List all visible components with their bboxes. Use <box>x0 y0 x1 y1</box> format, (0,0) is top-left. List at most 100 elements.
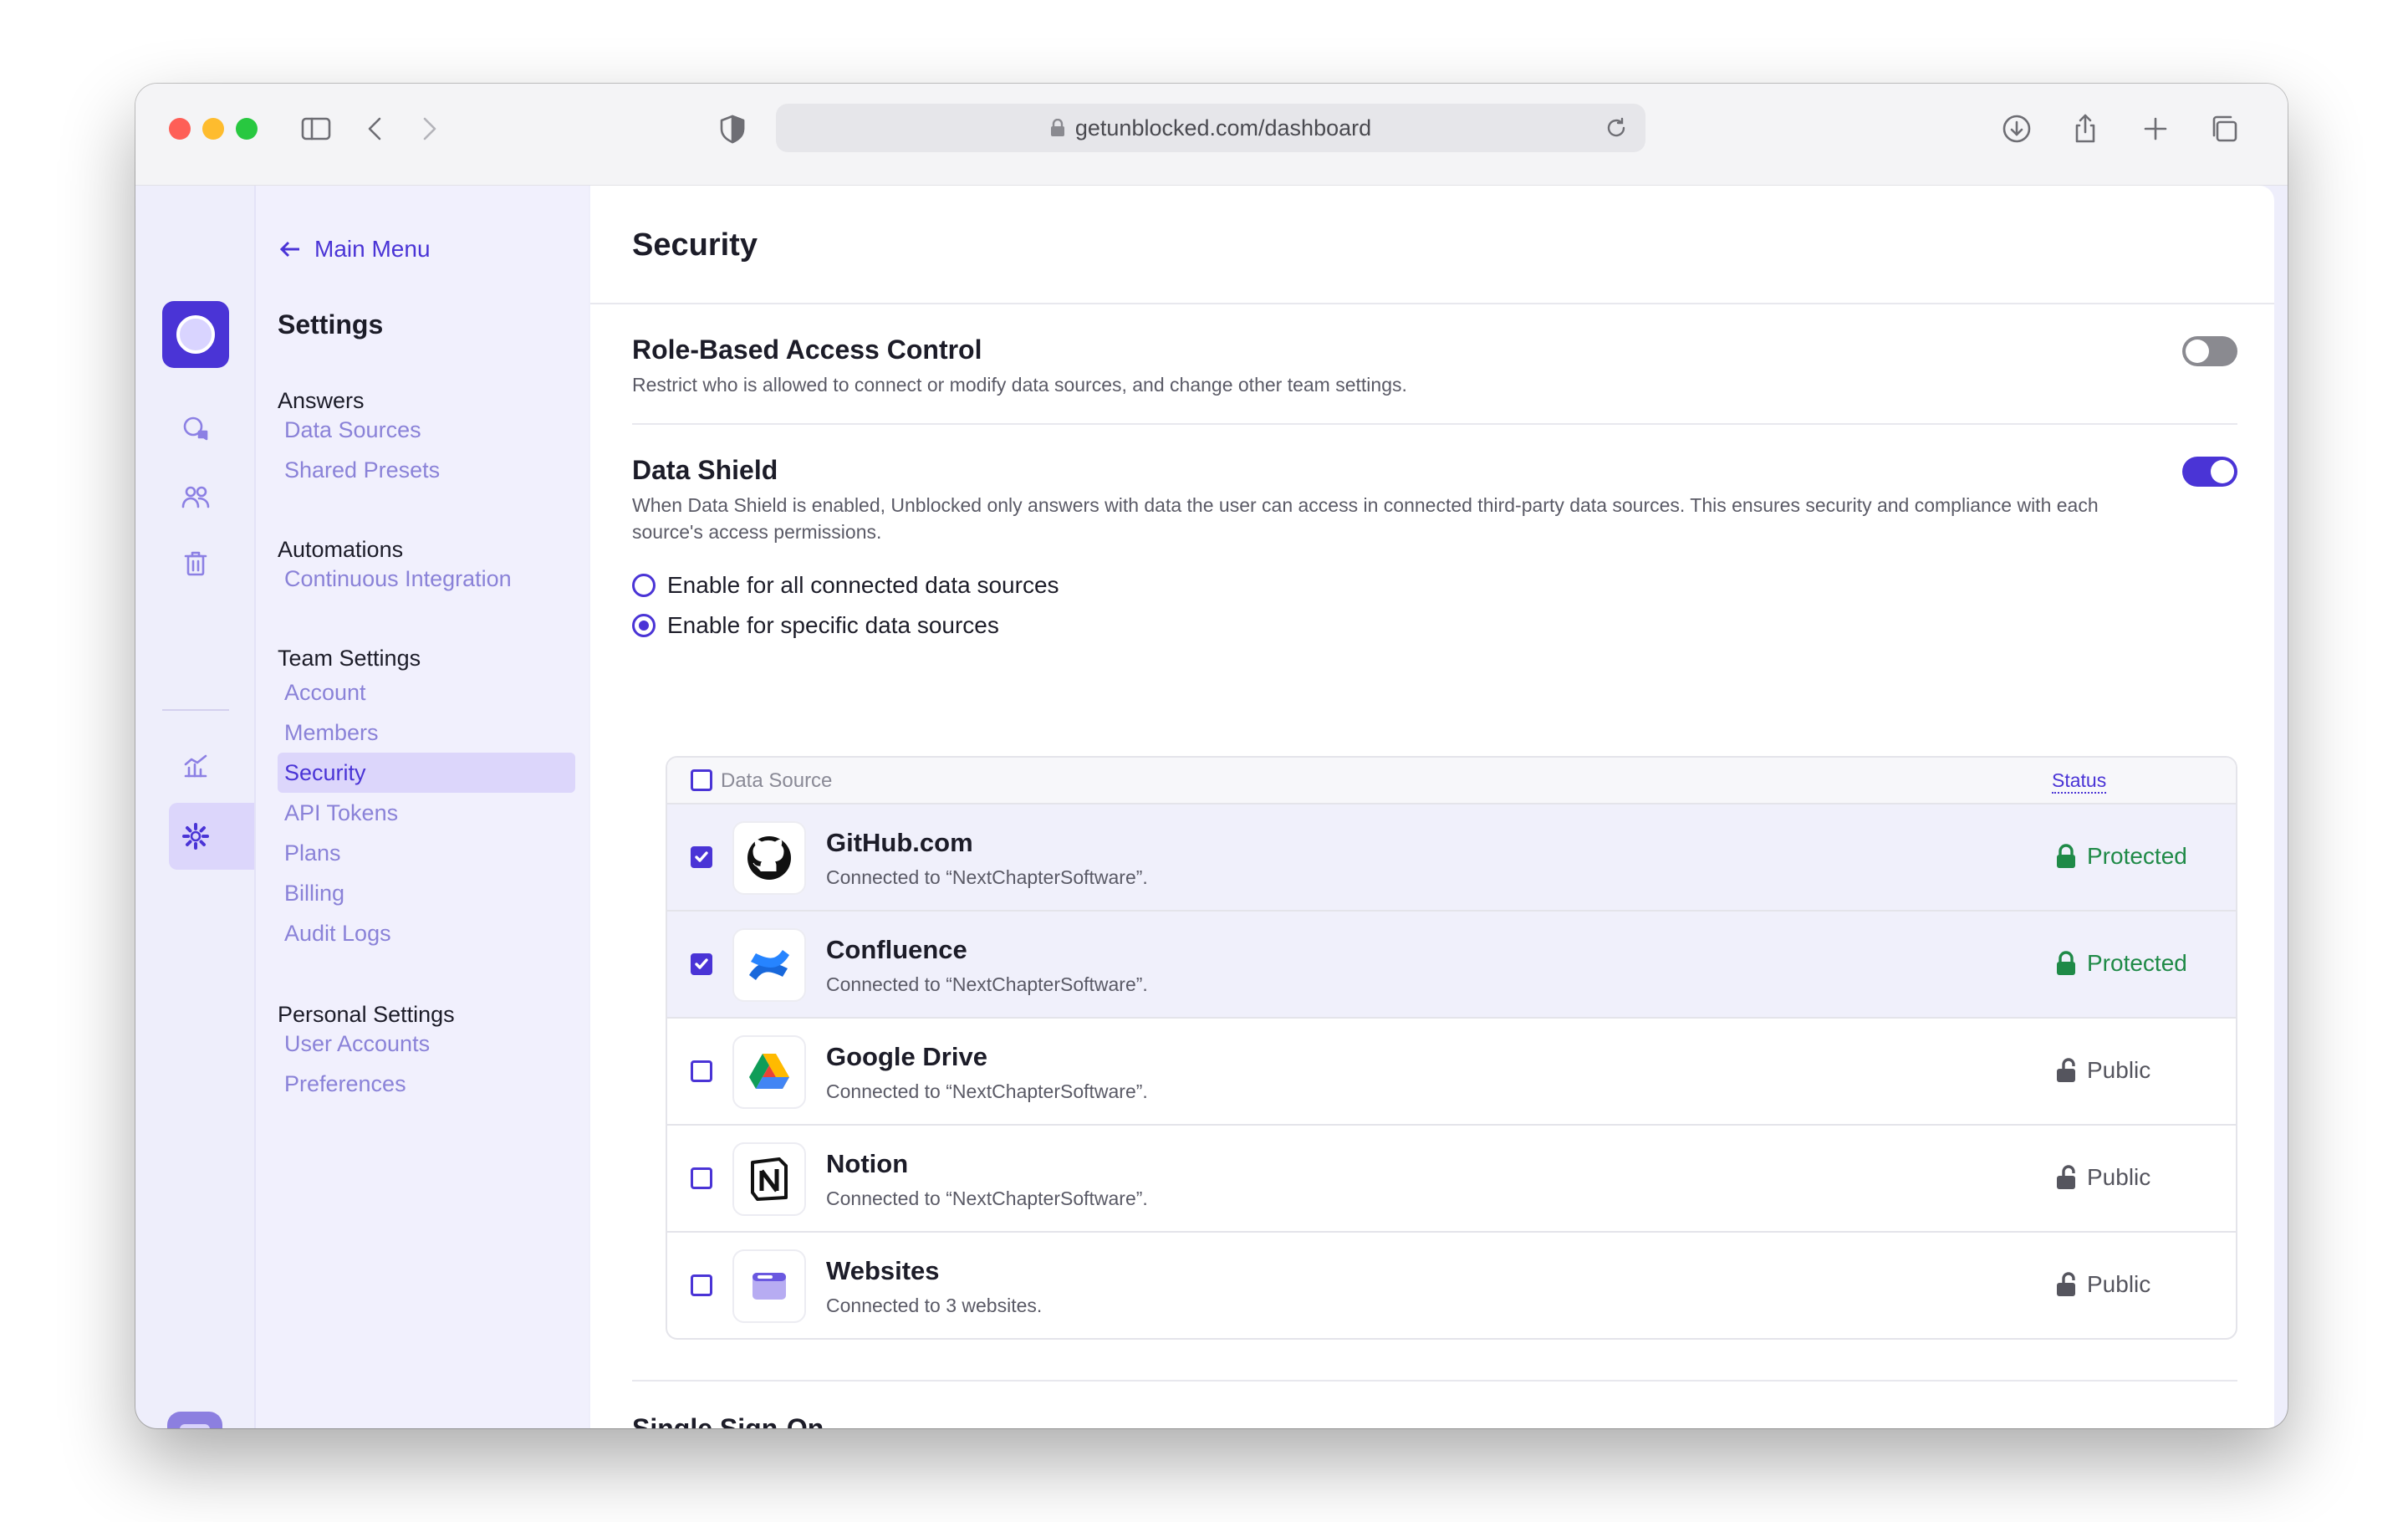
settings-title: Settings <box>278 309 384 340</box>
sidebar-item-data-sources[interactable]: Data Sources <box>278 410 575 450</box>
minimize-window-button[interactable] <box>202 118 224 140</box>
row-checkbox[interactable] <box>691 1274 712 1296</box>
data-source-table: Data Source Status GitHub.com Connected … <box>666 756 2237 1340</box>
sidebar-item-members[interactable]: Members <box>278 712 575 753</box>
lock-open-icon <box>2057 1058 2075 1082</box>
download-icon[interactable] <box>1995 107 2038 151</box>
table-row[interactable]: Notion Connected to “NextChapterSoftware… <box>667 1126 2236 1233</box>
radio-button-selected[interactable] <box>632 614 656 637</box>
team-logo[interactable] <box>162 301 229 368</box>
rbac-title: Role-Based Access Control <box>632 335 982 365</box>
status-label: Public <box>2087 1164 2151 1190</box>
rail-divider <box>162 709 229 711</box>
radio-all-sources[interactable]: Enable for all connected data sources <box>632 572 1059 599</box>
source-detail: Connected to “NextChapterSoftware”. <box>826 973 1148 995</box>
table-row[interactable]: Google Drive Connected to “NextChapterSo… <box>667 1019 2236 1126</box>
rbac-description: Restrict who is allowed to connect or mo… <box>632 374 1407 396</box>
row-checkbox[interactable] <box>691 1167 712 1189</box>
page-title: Security <box>632 227 758 263</box>
sidebar-item-shared-presets[interactable]: Shared Presets <box>278 450 575 490</box>
maximize-window-button[interactable] <box>236 118 258 140</box>
table-header: Data Source Status <box>667 758 2236 804</box>
sidebar-item-continuous-integration[interactable]: Continuous Integration <box>278 559 575 599</box>
team-icon[interactable] <box>176 477 216 517</box>
forward-icon[interactable] <box>406 107 450 151</box>
reload-icon[interactable] <box>1604 115 1629 140</box>
row-checkbox[interactable] <box>691 846 712 868</box>
sidebar-item-audit-logs[interactable]: Audit Logs <box>278 913 575 953</box>
back-icon[interactable] <box>355 107 398 151</box>
data-shield-toggle[interactable] <box>2182 457 2237 487</box>
chat-icon[interactable] <box>176 410 216 450</box>
close-window-button[interactable] <box>169 118 191 140</box>
sidebar-item-plans[interactable]: Plans <box>278 833 575 873</box>
url-text: getunblocked.com/dashboard <box>1074 115 1372 140</box>
section-divider <box>632 1380 2237 1382</box>
radio-all-sources-label: Enable for all connected data sources <box>667 572 1059 598</box>
source-detail: Connected to “NextChapterSoftware”. <box>826 1187 1148 1209</box>
table-row[interactable]: GitHub.com Connected to “NextChapterSoft… <box>667 804 2236 912</box>
radio-specific-sources[interactable]: Enable for specific data sources <box>632 612 999 639</box>
lock-open-icon <box>2057 1272 2075 1296</box>
browser-window-icon <box>732 1249 806 1323</box>
browser-window: getunblocked.com/dashboard Main Menu Set… <box>135 84 2288 1428</box>
analytics-icon[interactable] <box>176 746 216 786</box>
sidebar-item-account[interactable]: Account <box>278 672 575 712</box>
new-tab-icon[interactable] <box>2134 107 2177 151</box>
share-icon[interactable] <box>2064 107 2107 151</box>
sidebar-item-user-accounts[interactable]: User Accounts <box>278 1024 575 1064</box>
google-drive-icon <box>732 1035 806 1109</box>
status-label: Public <box>2087 1271 2151 1297</box>
main-content: Security Role-Based Access Control Restr… <box>590 186 2274 1428</box>
row-checkbox[interactable] <box>691 1060 712 1082</box>
source-name: GitHub.com <box>826 828 973 857</box>
source-name: Websites <box>826 1256 940 1285</box>
trash-icon[interactable] <box>176 544 216 584</box>
radio-button[interactable] <box>632 574 656 597</box>
rbac-toggle[interactable] <box>2182 336 2237 366</box>
address-bar[interactable]: getunblocked.com/dashboard <box>776 104 1645 152</box>
lock-icon <box>1050 119 1064 136</box>
status-label: Public <box>2087 1057 2151 1083</box>
source-detail: Connected to 3 websites. <box>826 1295 1043 1316</box>
column-header-status[interactable]: Status <box>2052 769 2107 794</box>
confluence-icon <box>732 928 806 1002</box>
table-row[interactable]: Confluence Connected to “NextChapterSoft… <box>667 912 2236 1019</box>
status-badge: Public <box>2055 1164 2150 1191</box>
main-menu-link[interactable]: Main Menu <box>278 236 431 263</box>
data-shield-title: Data Shield <box>632 455 778 485</box>
sidebar-toggle-icon[interactable] <box>294 107 338 151</box>
status-label: Protected <box>2087 950 2187 976</box>
gear-icon[interactable] <box>176 816 216 856</box>
shield-icon[interactable] <box>711 107 754 151</box>
sidebar-item-billing[interactable]: Billing <box>278 873 575 913</box>
data-shield-description: When Data Shield is enabled, Unblocked o… <box>632 494 2099 543</box>
section-divider <box>632 423 2237 425</box>
source-detail: Connected to “NextChapterSoftware”. <box>826 866 1148 888</box>
source-name: Confluence <box>826 935 967 964</box>
lock-open-icon <box>2057 1165 2075 1189</box>
source-name: Notion <box>826 1149 909 1178</box>
title-divider <box>590 303 2274 304</box>
sidebar-item-api-tokens[interactable]: API Tokens <box>278 793 575 833</box>
group-team-settings: Team Settings <box>278 646 421 671</box>
settings-sidebar: Main Menu Settings Answers Data Sources … <box>254 186 589 1428</box>
status-badge: Public <box>2055 1271 2150 1298</box>
sidebar-item-preferences[interactable]: Preferences <box>278 1064 575 1104</box>
status-badge: Public <box>2055 1057 2150 1084</box>
source-name: Google Drive <box>826 1042 987 1071</box>
tab-overview-icon[interactable] <box>2202 107 2246 151</box>
user-avatar[interactable] <box>167 1412 222 1428</box>
radio-specific-sources-label: Enable for specific data sources <box>667 612 999 638</box>
github-icon <box>732 821 806 895</box>
app-icon-rail <box>135 186 254 1428</box>
sso-title: Single Sign-On <box>632 1413 824 1428</box>
row-checkbox[interactable] <box>691 953 712 975</box>
sidebar-item-security[interactable]: Security <box>278 753 575 793</box>
select-all-checkbox[interactable] <box>691 769 712 791</box>
arrow-left-icon <box>279 241 299 258</box>
notion-icon <box>732 1142 806 1216</box>
table-row[interactable]: Websites Connected to 3 websites. Public <box>667 1233 2236 1338</box>
column-header-data-source: Data Source <box>721 769 833 792</box>
source-detail: Connected to “NextChapterSoftware”. <box>826 1080 1148 1102</box>
